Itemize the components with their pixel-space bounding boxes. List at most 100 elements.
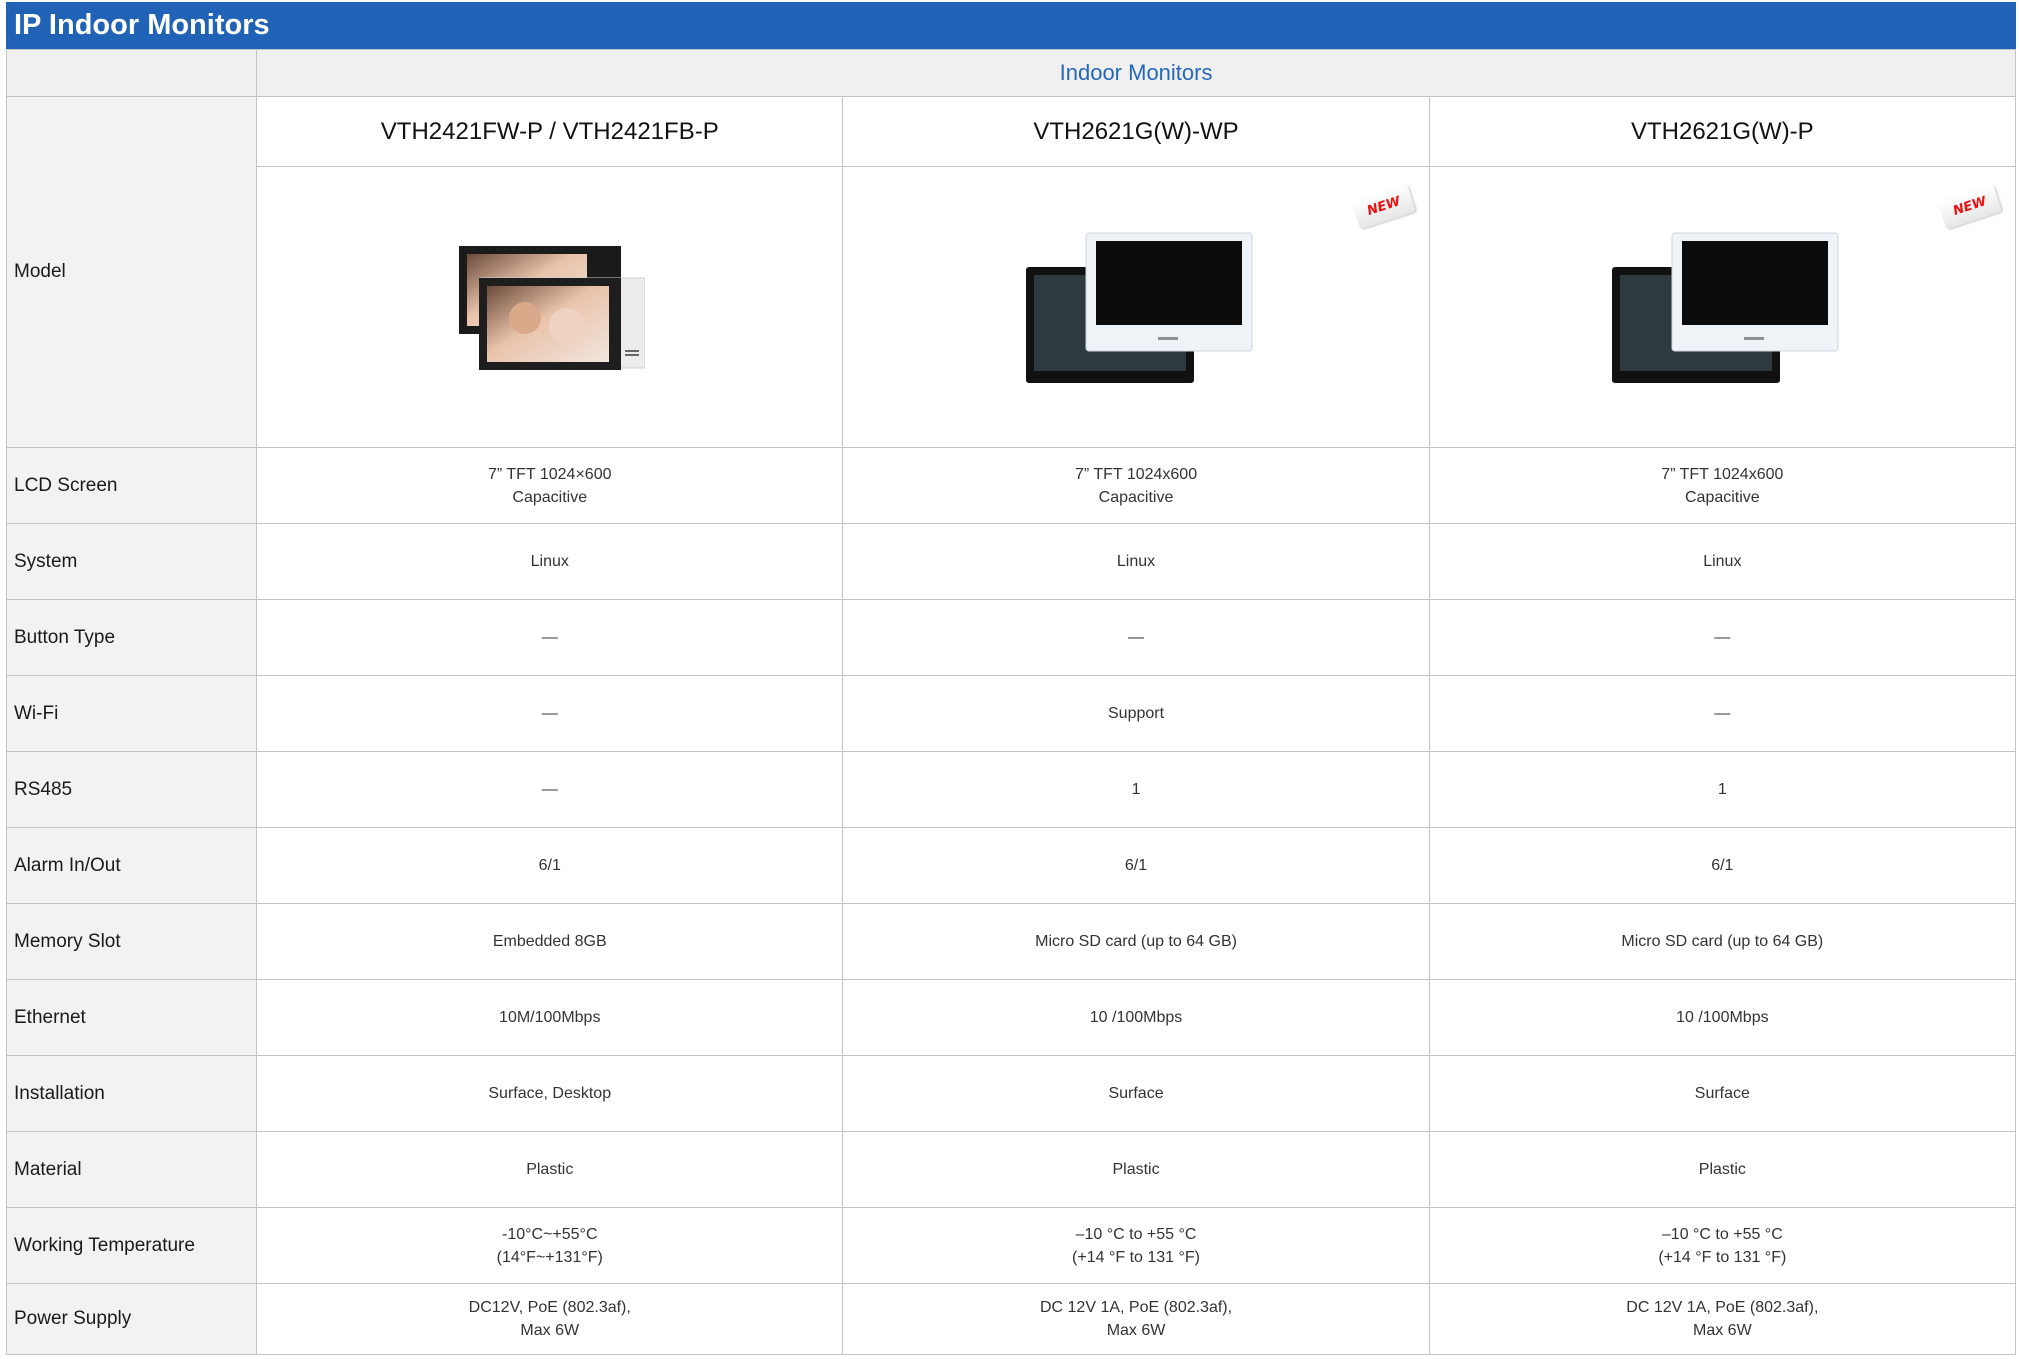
spec-value-line: (+14 °F to 131 °F) bbox=[1658, 1248, 1787, 1266]
spec-value: — bbox=[256, 751, 844, 828]
spec-label: System bbox=[5, 523, 258, 600]
page-title: IP Indoor Monitors bbox=[6, 2, 2016, 49]
spec-value: 6/1 bbox=[1428, 827, 2017, 904]
spec-value: Micro SD card (up to 64 GB) bbox=[842, 903, 1430, 980]
spec-value: DC 12V 1A, PoE (802.3af), Max 6W bbox=[1428, 1283, 2017, 1355]
spec-value: — bbox=[1428, 675, 2017, 752]
spec-label: Wi-Fi bbox=[5, 675, 258, 752]
spec-value: Linux bbox=[842, 523, 1430, 600]
product-image-cell bbox=[256, 166, 844, 448]
spec-value: — bbox=[256, 599, 844, 676]
spec-value-line: Linux bbox=[530, 553, 569, 570]
spec-value-line: Support bbox=[1108, 705, 1165, 722]
spec-value-line: — bbox=[541, 781, 558, 798]
spec-value-line: 7” TFT 1024x600 bbox=[1661, 465, 1784, 483]
spec-value-line: — bbox=[541, 629, 558, 646]
spec-value: Linux bbox=[256, 523, 844, 600]
spec-value-line: Plastic bbox=[526, 1161, 574, 1178]
group-header-row: Indoor Monitors bbox=[5, 49, 2016, 97]
spec-value-line: Micro SD card (up to 64 GB) bbox=[1621, 933, 1824, 950]
spec-value-line: Capacitive bbox=[1684, 488, 1760, 506]
spec-row-memory-slot: Memory Slot Embedded 8GB Micro SD card (up… bbox=[5, 903, 2017, 980]
spec-value: Support bbox=[842, 675, 1430, 752]
spec-value-line: DC 12V 1A, PoE (802.3af), bbox=[1039, 1299, 1233, 1316]
spec-value-line: DC 12V 1A, PoE (802.3af), bbox=[1626, 1299, 1819, 1316]
spec-value: 1 bbox=[1428, 751, 2017, 828]
product-name: VTH2421FW-P / VTH2421FB-P bbox=[256, 96, 844, 167]
spec-value-line: Capacitive bbox=[512, 488, 588, 506]
spec-value: 6/1 bbox=[842, 827, 1430, 904]
spec-row-alarm-in-out: Alarm In/Out 6/1 6/1 6/1 bbox=[5, 827, 2017, 904]
spec-label: Alarm In/Out bbox=[5, 827, 258, 904]
spec-value: 10M/100Mbps bbox=[256, 979, 844, 1056]
spec-value-line: Embedded 8GB bbox=[492, 933, 607, 950]
spec-value: — bbox=[842, 599, 1430, 676]
spec-value: — bbox=[256, 675, 844, 752]
spec-label: Working Temperature bbox=[5, 1207, 258, 1284]
product-image-cell: NEW bbox=[842, 166, 1430, 448]
spec-value: Surface bbox=[842, 1055, 1430, 1132]
spec-value: Surface, Desktop bbox=[256, 1055, 844, 1132]
spec-value-line: Max 6W bbox=[520, 1322, 580, 1339]
spec-row-ethernet: Ethernet 10M/100Mbps 10 /100Mbps 10 /100Mbp… bbox=[5, 979, 2017, 1056]
spec-value: DC 12V 1A, PoE (802.3af), Max 6W bbox=[842, 1283, 1430, 1355]
spec-label: Memory Slot bbox=[5, 903, 258, 980]
spec-row-system: System Linux Linux Linux bbox=[5, 523, 2017, 600]
product-image-cell: NEW bbox=[1428, 166, 2017, 448]
spec-value: 10 /100Mbps bbox=[842, 979, 1430, 1056]
group-header: Indoor Monitors bbox=[256, 49, 2016, 97]
spec-row-material: Material Plastic Plastic Plastic bbox=[5, 1131, 2017, 1208]
spec-value-line: –10 °C to +55 °C bbox=[1075, 1225, 1197, 1243]
spec-value-line: 6/1 bbox=[1711, 857, 1734, 874]
spec-row-button-type: Button Type — — — bbox=[5, 599, 2017, 676]
model-label: Model bbox=[5, 96, 258, 448]
spec-value-line: 10 /100Mbps bbox=[1089, 1009, 1183, 1026]
spec-value: 10 /100Mbps bbox=[1428, 979, 2017, 1056]
spec-value: Linux bbox=[1428, 523, 2017, 600]
spec-value-line: 7” TFT 1024x600 bbox=[1074, 465, 1198, 483]
product-image bbox=[1612, 232, 1839, 383]
spec-value-line: — bbox=[541, 705, 558, 722]
spec-value: 7” TFT 1024x600 Capacitive bbox=[842, 447, 1430, 524]
product-image bbox=[458, 246, 645, 370]
spec-table: Indoor Monitors Model VTH2421FW-P / VTH2… bbox=[5, 49, 2017, 1355]
product-image bbox=[1026, 232, 1253, 383]
model-name-row: Model VTH2421FW-P / VTH2421FB-P VTH2621G… bbox=[5, 96, 2017, 448]
spec-label: Material bbox=[5, 1131, 258, 1208]
product-name: VTH2621G(W)-WP bbox=[842, 96, 1430, 167]
spec-row-rs485: RS485 — 1 1 bbox=[5, 751, 2017, 828]
spec-label: Installation bbox=[5, 1055, 258, 1132]
spec-value-line: — bbox=[1128, 629, 1145, 646]
spec-value: — bbox=[1428, 599, 2017, 676]
spec-value-line: Capacitive bbox=[1098, 488, 1174, 506]
spec-value-line: Plastic bbox=[1112, 1161, 1160, 1178]
spec-value-line: 6/1 bbox=[1124, 857, 1148, 874]
spec-value-line: 1 bbox=[1717, 781, 1727, 798]
spec-label: Ethernet bbox=[5, 979, 258, 1056]
spec-value-line: 1 bbox=[1131, 781, 1141, 798]
spec-value-line: Plastic bbox=[1698, 1161, 1746, 1178]
spec-value-line: (+14 °F to 131 °F) bbox=[1072, 1248, 1201, 1266]
spec-value-line: (14°F~+131°F) bbox=[496, 1248, 603, 1266]
spec-value: 7” TFT 1024×600 Capacitive bbox=[256, 447, 844, 524]
spec-value-line: 6/1 bbox=[538, 857, 561, 874]
new-badge: NEW bbox=[1938, 184, 2002, 230]
spec-value: Embedded 8GB bbox=[256, 903, 844, 980]
spec-value-line: DC12V, PoE (802.3af), bbox=[468, 1299, 631, 1316]
product-name: VTH2621G(W)-P bbox=[1428, 96, 2017, 167]
spec-value: –10 °C to +55 °C (+14 °F to 131 °F) bbox=[1428, 1207, 2017, 1284]
spec-value-line: 10M/100Mbps bbox=[499, 1009, 601, 1026]
spec-value-line: Linux bbox=[1703, 553, 1742, 570]
group-header-blank bbox=[5, 49, 258, 97]
spec-value-line: Max 6W bbox=[1106, 1322, 1166, 1339]
spec-label: Button Type bbox=[5, 599, 258, 676]
spec-value: Plastic bbox=[842, 1131, 1430, 1208]
spec-row-power-supply: Power Supply DC12V, PoE (802.3af), Max 6W D… bbox=[5, 1283, 2017, 1355]
spec-row-wi-fi: Wi-Fi — Support — bbox=[5, 675, 2017, 752]
spec-value: 7” TFT 1024x600 Capacitive bbox=[1428, 447, 2017, 524]
spec-row-working-temperature: Working Temperature -10°C~+55°C (14°F~+131… bbox=[5, 1207, 2017, 1284]
spec-value-line: Linux bbox=[1116, 553, 1156, 570]
spec-value-line: — bbox=[1714, 705, 1731, 722]
spec-value: -10°C~+55°C (14°F~+131°F) bbox=[256, 1207, 844, 1284]
spec-value-line: 10 /100Mbps bbox=[1676, 1009, 1769, 1026]
